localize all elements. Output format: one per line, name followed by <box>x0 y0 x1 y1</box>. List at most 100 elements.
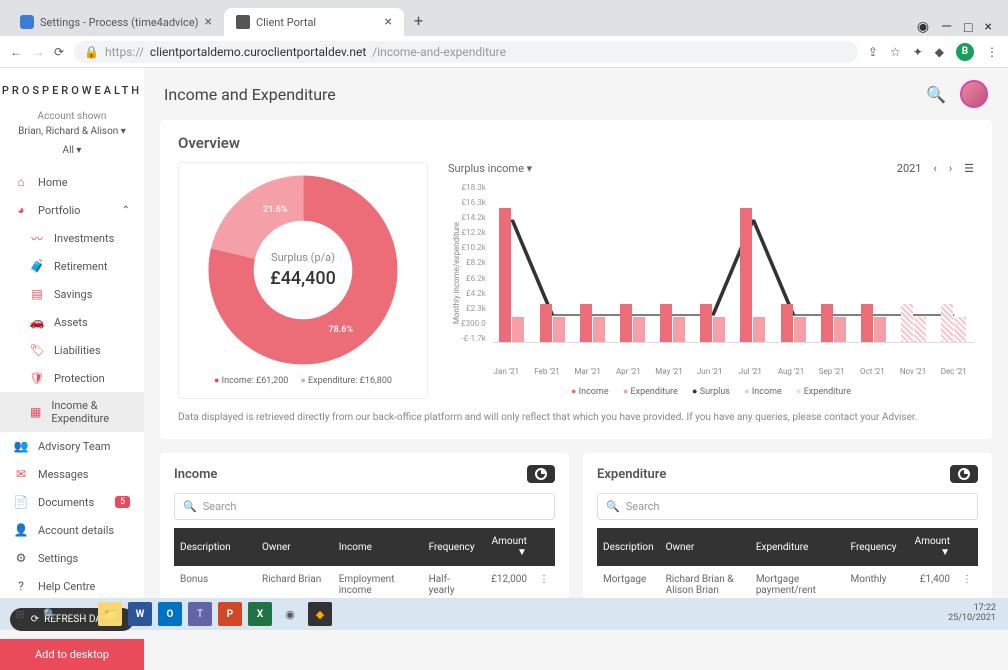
taskbar-clock[interactable]: 17:22 25/10/2021 <box>948 604 1000 624</box>
expenditure-chart-toggle[interactable] <box>950 465 978 483</box>
liabilities-icon: 🏷 <box>30 343 44 357</box>
chart-prev[interactable]: ‹ <box>934 162 937 175</box>
tab-close-2[interactable]: × <box>384 14 391 30</box>
taskbar-powerpoint[interactable]: P <box>218 602 242 626</box>
taskbar-explorer[interactable]: 📁 <box>98 602 122 626</box>
nav-back[interactable]: ← <box>10 45 22 59</box>
url-input[interactable]: 🔒 https:// clientportaldemo.curoclientpor… <box>74 41 858 63</box>
nav-documents[interactable]: 📄Documents5 <box>0 488 144 516</box>
browser-tab-1[interactable]: Settings - Process (time4advice) × <box>8 8 224 36</box>
table-row[interactable]: BonusRichard BrianEmployment incomeHalf-… <box>174 566 555 598</box>
extension-icon-1[interactable]: ✦ <box>913 45 923 59</box>
nav-retirement[interactable]: 🧳Retirement <box>0 252 144 280</box>
add-to-desktop-button[interactable]: Add to desktop <box>0 639 144 670</box>
search-icon: 🔍 <box>606 500 620 513</box>
donut-chart: Surplus (p/a) £44,400 21.6% 78.6% Income… <box>178 162 428 399</box>
window-controls: ◉ — □ × <box>917 19 1000 36</box>
browser-menu-icon[interactable]: ⋮ <box>986 45 998 59</box>
search-icon[interactable]: 🔍 <box>926 85 946 104</box>
account-all-selector[interactable]: All ▾ <box>0 145 144 156</box>
chart-filter-icon[interactable]: ☰ <box>964 162 974 175</box>
tab-close-1[interactable]: × <box>204 14 211 30</box>
row-menu[interactable]: ⋮ <box>956 566 978 598</box>
nav-protection[interactable]: 🛡Protection <box>0 364 144 392</box>
search-icon: 🔍 <box>183 500 197 513</box>
chart-legend: Income Expenditure Surplus Income Expend… <box>448 386 974 397</box>
nav-portfolio[interactable]: ◕Portfolio⌃ <box>0 196 144 224</box>
chart-type-selector[interactable]: Surplus income ▾ <box>448 162 532 175</box>
nav-help[interactable]: ?Help Centre <box>0 572 144 600</box>
task-view[interactable]: ▭ <box>68 602 92 626</box>
lock-icon: 🔒 <box>84 45 99 59</box>
taskbar-word[interactable]: W <box>128 602 152 626</box>
documents-badge: 5 <box>115 496 130 508</box>
sidebar: PROSPEROWEALTH Account shown Brian, Rich… <box>0 68 144 598</box>
taskbar-chrome[interactable]: ◉ <box>278 602 302 626</box>
donut-legend-income: Income: £61,200 <box>214 375 288 386</box>
url-path: /income-and-expenditure <box>372 45 506 59</box>
address-bar: ← → ⟳ 🔒 https:// clientportaldemo.curocli… <box>0 36 1008 68</box>
home-icon: ⌂ <box>14 175 28 189</box>
nav-home[interactable]: ⌂Home <box>0 168 144 196</box>
taskbar-teams[interactable]: T <box>188 602 212 626</box>
income-table: Description Owner Income Frequency Amoun… <box>174 528 555 598</box>
bar-plot <box>492 183 974 343</box>
y-axis-ticks: £18.3k£16.3k£14.2k£12.2k£10.2k£8.2k£6.2k… <box>461 183 492 343</box>
income-title: Income <box>174 467 217 482</box>
taskbar-excel[interactable]: X <box>248 602 272 626</box>
protection-icon: 🛡 <box>30 371 44 385</box>
documents-icon: 📄 <box>14 495 28 509</box>
assets-icon: 🚗 <box>30 315 44 329</box>
nav-assets[interactable]: 🚗Assets <box>0 308 144 336</box>
nav-advisory[interactable]: 👥Advisory Team <box>0 432 144 460</box>
nav-forward[interactable]: → <box>32 45 44 59</box>
row-menu[interactable]: ⋮ <box>533 566 555 598</box>
account-selector[interactable]: Brian, Richard & Alison ▾ <box>0 126 144 137</box>
browser-tab-2[interactable]: Client Portal × <box>224 8 404 36</box>
chart-year: 2021 <box>897 162 922 175</box>
nav-liabilities[interactable]: 🏷Liabilities <box>0 336 144 364</box>
nav-investments[interactable]: 〰Investments <box>0 224 144 252</box>
page-title: Income and Expenditure <box>164 85 336 104</box>
window-account-icon[interactable]: ◉ <box>917 19 929 36</box>
window-maximize[interactable]: □ <box>964 19 972 36</box>
nav-savings[interactable]: ▤Savings <box>0 280 144 308</box>
messages-icon: ✉ <box>14 467 28 481</box>
chart-next[interactable]: › <box>949 162 952 175</box>
taskbar-outlook[interactable]: O <box>158 602 182 626</box>
bookmark-icon[interactable]: ☆ <box>890 45 901 59</box>
share-icon[interactable]: ⇪ <box>868 45 878 59</box>
income-search[interactable]: 🔍 Search <box>174 493 555 520</box>
income-icon: ▦ <box>30 405 41 419</box>
windows-taskbar: ⊞ 🔍 ▭ 📁 W O T P X ◉ ◆ 17:22 25/10/2021 <box>0 598 1008 630</box>
url-host: clientportaldemo.curoclientportaldev.net <box>150 45 366 59</box>
expenditure-title: Expenditure <box>597 467 666 482</box>
window-close[interactable]: × <box>985 19 992 36</box>
retirement-icon: 🧳 <box>30 259 44 273</box>
new-tab-button[interactable]: + <box>404 5 433 36</box>
nav-settings[interactable]: ⚙Settings <box>0 544 144 572</box>
tab-favicon-1 <box>20 15 34 29</box>
extension-icon-2[interactable]: ◆ <box>935 45 944 59</box>
taskbar-search[interactable]: 🔍 <box>38 602 62 626</box>
taskbar-app[interactable]: ◆ <box>308 602 332 626</box>
table-row[interactable]: MortgageRichard Brian & Alison BrianMort… <box>597 566 978 598</box>
donut-legend-exp: Expenditure: £16,800 <box>300 375 392 386</box>
url-prefix: https:// <box>105 45 144 59</box>
donut-center-value: £44,400 <box>270 268 336 289</box>
expenditure-search[interactable]: 🔍 Search <box>597 493 978 520</box>
nav-messages[interactable]: ✉Messages <box>0 460 144 488</box>
user-avatar[interactable] <box>960 80 988 108</box>
window-minimize[interactable]: — <box>941 19 952 36</box>
help-icon: ? <box>14 579 28 593</box>
profile-badge[interactable]: B <box>956 43 974 61</box>
gear-icon: ⚙ <box>14 551 28 565</box>
tab-title-1: Settings - Process (time4advice) <box>40 16 198 29</box>
account-shown-label: Account shown <box>0 111 144 122</box>
income-chart-toggle[interactable] <box>527 465 555 483</box>
browser-tabs: Settings - Process (time4advice) × Clien… <box>0 0 1008 36</box>
nav-account-details[interactable]: 👤Account details <box>0 516 144 544</box>
nav-reload[interactable]: ⟳ <box>54 45 64 59</box>
nav-income-expenditure[interactable]: ▦Income & Expenditure <box>0 392 144 432</box>
start-button[interactable]: ⊞ <box>8 602 32 626</box>
